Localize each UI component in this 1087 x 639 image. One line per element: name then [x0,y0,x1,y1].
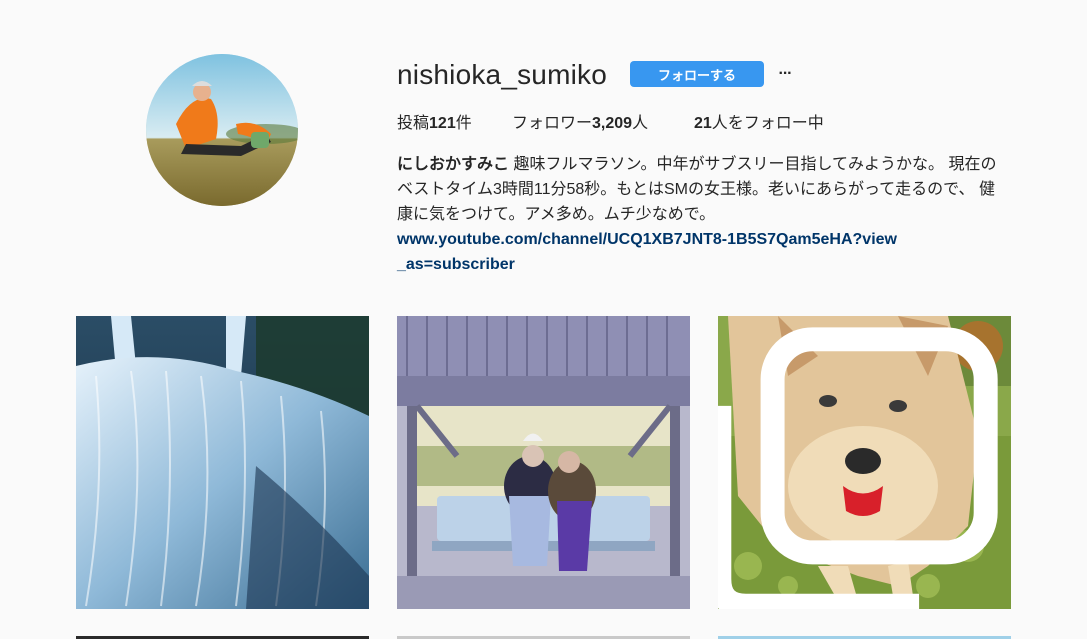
more-options-icon[interactable]: ··· [774,62,796,86]
post-thumbnail-bus-stop[interactable] [397,316,690,609]
followers-count: 3,209 [592,115,633,132]
bio-full-name: にしおかすみこ [397,156,510,173]
posts-count-stat: 投稿121件 [397,114,472,134]
follow-button[interactable]: フォローする [630,61,764,87]
posts-label: 投稿 [397,115,430,132]
posts-suffix: 件 [455,115,472,132]
profile-username: nishioka_sumiko [397,59,607,90]
avatar-photo [146,54,298,206]
waterfall-image [76,316,369,609]
following-count: 21 [694,115,712,132]
bus-stop-image [397,316,690,609]
post-thumbnail-dog[interactable] [718,316,1011,609]
followers-link[interactable]: フォロワー3,209人 [512,114,648,134]
profile-avatar [146,54,298,206]
followers-suffix: 人 [632,115,649,132]
posts-count: 121 [429,115,456,132]
profile-bio: にしおかすみこ 趣味フルマラソン。中年がサブスリー目指してみようかな。 現在のベ… [397,152,1007,277]
post-thumbnail-waterfall[interactable] [76,316,369,609]
bio-website-link[interactable]: www.youtube.com/channel/UCQ1XB7JNT8-1B5S… [397,227,897,277]
followers-label: フォロワー [512,115,593,132]
following-suffix: 人をフォロー中 [711,115,824,132]
multiple-images-icon [718,327,998,609]
following-link[interactable]: 21人をフォロー中 [694,114,824,134]
